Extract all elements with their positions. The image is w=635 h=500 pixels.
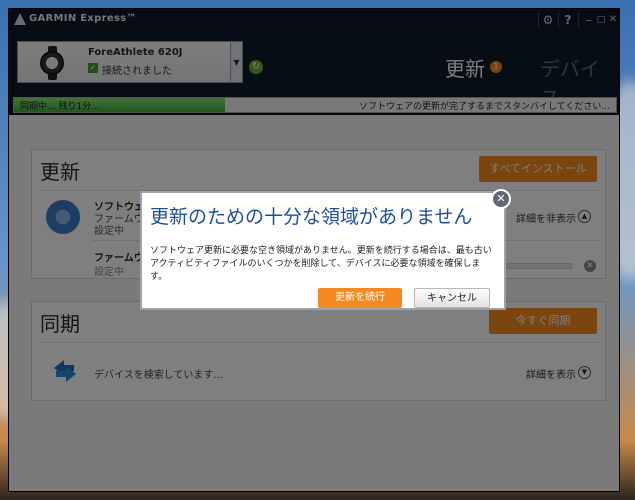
continue-update-button[interactable]: 更新を続行 (318, 288, 402, 308)
dialog-close-icon[interactable]: ✕ (491, 189, 511, 209)
dialog-title: 更新のための十分な領域がありません (150, 206, 473, 228)
garmin-express-window: GARMIN Express™ ⚙ ? – □ ✕ ForeAthlete 62… (8, 8, 620, 492)
insufficient-space-dialog: 更新のための十分な領域がありません ソフトウェア更新に必要な空き領域がありません… (140, 191, 506, 310)
dialog-message: ソフトウェア更新に必要な空き領域がありません。更新を続行する場合は、最も古いアク… (150, 246, 492, 282)
cancel-button[interactable]: キャンセル (414, 288, 490, 308)
